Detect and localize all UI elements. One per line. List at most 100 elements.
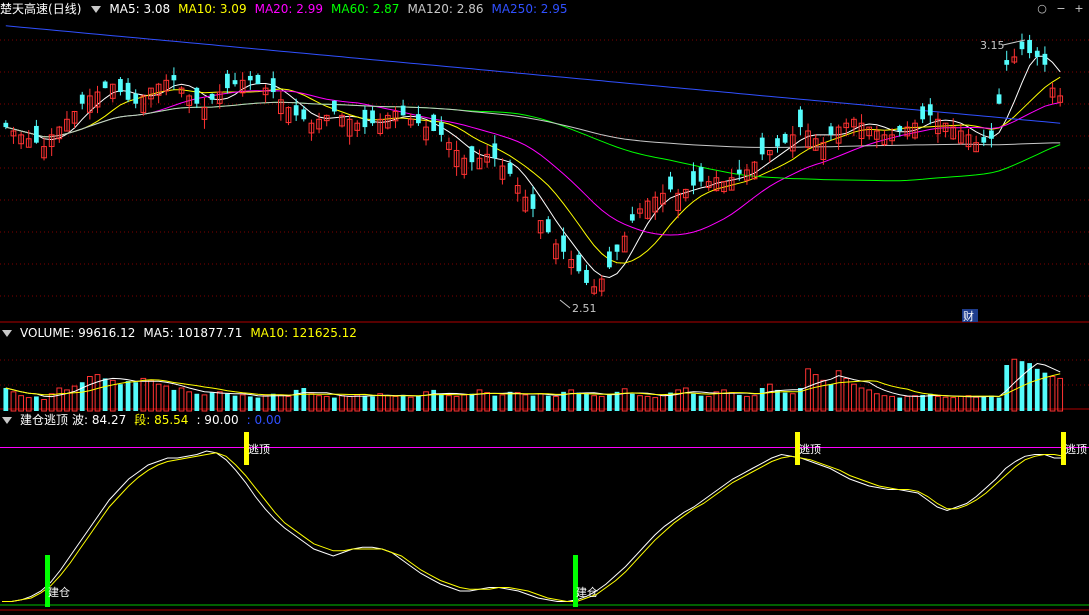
candle-body: [362, 109, 368, 128]
collapse-arrow-icon[interactable]: [2, 416, 12, 424]
volume-bar: [301, 388, 307, 411]
volume-bar: [155, 383, 162, 412]
volume-bar: [736, 394, 742, 411]
candle-body: [125, 82, 131, 100]
candle-body: [1004, 60, 1010, 65]
volume-bar: [1057, 377, 1064, 412]
candle-body: [247, 75, 253, 81]
volume-bar: [469, 393, 475, 411]
candle-body: [989, 130, 994, 139]
signal-legend-item-1: 段: 85.54: [134, 413, 189, 427]
volume-bar: [989, 395, 994, 411]
volume-bar: [133, 382, 139, 411]
candle-body: [370, 110, 375, 124]
volume-bar: [851, 383, 857, 412]
buy-label: 建仓: [576, 585, 598, 599]
volume-bar: [584, 393, 589, 411]
candle-body: [691, 171, 696, 186]
volume-bar: [247, 396, 253, 411]
candle-body: [920, 106, 926, 120]
candle-body: [416, 114, 421, 124]
volume-bar: [728, 392, 735, 412]
candle-body: [1027, 39, 1032, 54]
candle-body: [118, 79, 123, 93]
plus-icon[interactable]: +: [1073, 3, 1085, 15]
candle-body: [1019, 41, 1025, 50]
candle-body: [996, 94, 1002, 104]
volume-bar: [225, 393, 230, 411]
volume-bar: [621, 388, 628, 412]
candle-body: [530, 194, 536, 209]
candle-body: [1034, 50, 1040, 57]
volume-bar: [897, 397, 903, 411]
candle-body: [584, 269, 589, 283]
volume-bar: [86, 376, 93, 412]
signal-legend-item-3: : 0.00: [246, 413, 282, 427]
candle-body: [225, 73, 230, 89]
volume-bar: [873, 393, 880, 412]
candle-body: [759, 137, 765, 155]
volume-bar: [56, 387, 63, 412]
volume-bar: [759, 388, 765, 411]
volume-bar: [996, 397, 1002, 411]
chart-labels: 3.15 2.51 财: [559, 39, 1026, 323]
volume-bar: [362, 395, 368, 411]
low-price-label: 2.51: [572, 302, 597, 315]
volume-bar: [232, 395, 238, 411]
collapse-arrow-icon[interactable]: [2, 329, 12, 337]
volume-bar: [775, 389, 780, 411]
price-panel-header: 楚天高速 (日线) MA5: 3.08 MA10: 3.09 MA20: 2.99 M…: [0, 0, 576, 18]
volume-bar: [216, 391, 223, 412]
candle-body: [79, 94, 85, 104]
signal-legend: 波: 84.27 段: 85.54: 90.00: 0.00: [72, 411, 289, 429]
volume-bar: [629, 393, 635, 411]
volume-bar: [537, 393, 544, 412]
candle-body: [927, 104, 933, 116]
volume-bar: [484, 392, 491, 412]
volume-bar: [1004, 365, 1010, 411]
volume-bar: [293, 389, 299, 411]
moving-average-lines: [5, 25, 1061, 279]
candle-body: [668, 176, 673, 190]
volume-panel-header: VOLUME: 99616.12 MA5: 101877.71 MA10: 1216…: [0, 324, 365, 342]
circle-icon[interactable]: ○: [1036, 3, 1048, 15]
sell-label: 逃顶: [1065, 443, 1087, 456]
candle-body: [507, 162, 513, 174]
minus-icon[interactable]: −: [1055, 3, 1067, 15]
collapse-arrow-icon[interactable]: [91, 5, 102, 13]
ma-legend: MA5: 3.08 MA10: 3.09 MA20: 2.99 MA60: 2.87 M…: [109, 0, 575, 18]
candle-body: [194, 87, 200, 104]
volume-bar: [270, 393, 276, 411]
stock-chart: 建仓 建仓逃顶 逃顶 逃顶 3.152.51财: [0, 25, 1089, 611]
candle-body: [629, 214, 635, 221]
volume-bar: [416, 395, 421, 411]
volume-bar: [400, 394, 406, 411]
candle-body: [576, 254, 582, 272]
volume-bar: [843, 377, 850, 412]
volume-bar: [828, 384, 834, 411]
volume-bar: [691, 393, 696, 411]
volume-bar: [163, 385, 170, 412]
volume-bar: [186, 391, 193, 412]
volume-bar: [370, 396, 375, 411]
candle-body: [232, 80, 238, 85]
volume-bar: [545, 395, 551, 411]
candle-body: [981, 137, 987, 143]
volume-bar: [514, 392, 521, 412]
volume-bar: [507, 391, 513, 411]
candle-body: [775, 138, 780, 147]
volume-bar: [981, 396, 987, 411]
candle-body: [331, 100, 337, 112]
candle-body: [782, 133, 788, 143]
candle-body: [492, 143, 498, 159]
signal-lines: [0, 447, 1089, 606]
candle-body: [561, 235, 566, 252]
ma-legend-item-4: MA120: 2.86: [407, 2, 484, 16]
ma-legend-item-2: MA20: 2.99: [254, 2, 324, 16]
signal-legend-item-0: 波: 84.27: [72, 413, 127, 427]
volume-legend-item-0: VOLUME: 99616.12: [20, 326, 136, 340]
ma-legend-item-0: MA5: 3.08: [109, 2, 171, 16]
wave-line: [2, 450, 1064, 602]
candle-body: [209, 93, 215, 100]
volume-bar: [858, 387, 865, 412]
